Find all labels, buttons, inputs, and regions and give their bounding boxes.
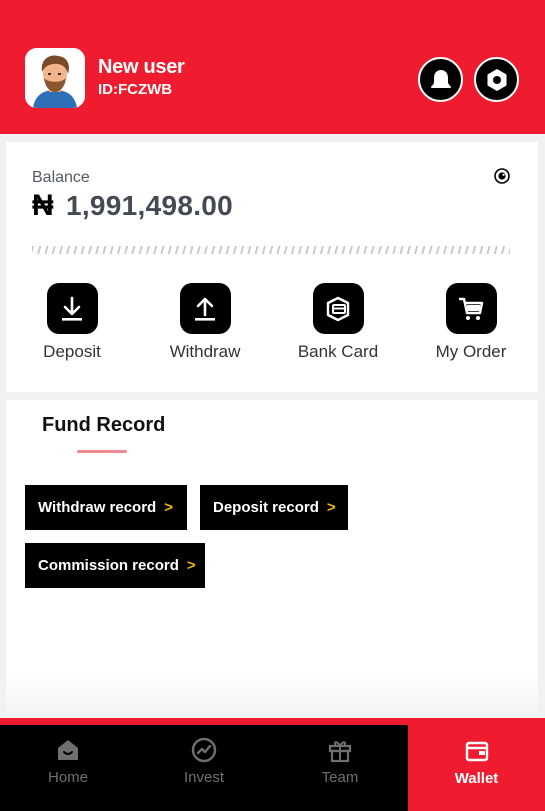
chevron-right-icon: > [186,557,196,574]
bank-card-label: Bank Card [297,342,379,361]
cart-icon [445,283,497,334]
eye-icon[interactable] [494,168,510,184]
settings-button[interactable] [474,57,519,102]
notifications-button[interactable] [418,57,463,102]
nav-label-team: Team [321,769,359,786]
nav-label-home: Home [47,769,88,786]
wallet-icon [465,741,488,762]
chevron-right-icon: > [164,499,173,516]
balance-card: Balance ₦ 1,991,498.00 Deposit Withdraw [6,142,538,392]
balance-amount: 1,991,498.00 [65,190,234,221]
deposit-label: Deposit [43,342,101,361]
bell-icon [430,69,451,88]
nav-label-wallet: Wallet [454,770,499,787]
nav-label-invest: Invest [183,769,225,786]
upload-icon [179,283,231,334]
withdraw-action[interactable]: Withdraw [150,283,260,362]
gift-icon [328,741,352,763]
user-name: New user [98,56,185,78]
withdraw-record-label: Withdraw record [38,499,157,516]
nav-item-home[interactable]: Home [0,725,136,811]
deposit-action[interactable]: Deposit [17,283,127,362]
withdraw-label: Withdraw [169,342,241,361]
balance-label: Balance [32,169,90,186]
nav-item-team[interactable]: Team [272,725,408,811]
avatar[interactable] [25,48,85,108]
bottom-nav: Home Invest Team Wallet [0,718,545,811]
settings-icon [487,68,506,91]
fund-record-card: Fund Record Withdraw record > Deposit re… [6,400,538,720]
divider [32,246,510,254]
deposit-record-label: Deposit record [213,499,319,516]
commission-record-label: Commission record [38,557,179,574]
withdraw-record-button[interactable]: Withdraw record > [25,485,187,530]
bank-card-action[interactable]: Bank Card [283,283,393,362]
chevron-right-icon: > [326,499,336,516]
commission-record-button[interactable]: Commission record > [25,543,205,588]
user-id: ID:FCZWB [98,81,173,98]
home-icon [58,740,78,760]
nav-item-wallet[interactable]: Wallet [408,718,545,811]
deposit-record-button[interactable]: Deposit record > [200,485,348,530]
fund-record-title[interactable]: Fund Record [42,414,165,437]
bank-card-icon [312,283,364,334]
my-order-label: My Order [435,342,507,361]
nav-item-invest[interactable]: Invest [136,725,272,811]
header: New user ID:FCZWB [0,0,545,134]
currency-symbol: ₦ [32,189,54,222]
tab-underline [77,450,127,453]
avatar-image [25,48,85,108]
trend-icon [191,737,217,763]
download-icon [46,283,98,334]
balance-value: ₦ 1,991,498.00 [32,189,233,223]
my-order-action[interactable]: My Order [416,283,526,362]
